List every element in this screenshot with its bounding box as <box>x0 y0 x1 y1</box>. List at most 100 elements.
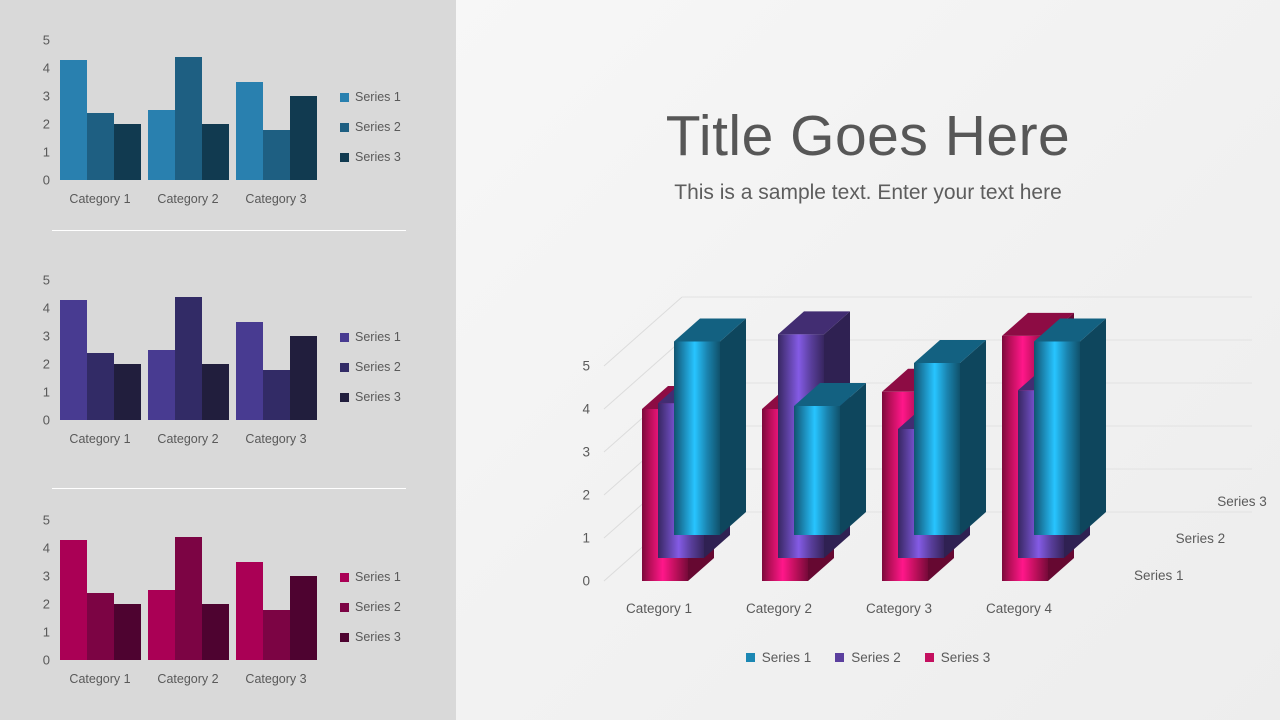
mini-chart-legend-item[interactable]: Series 1 <box>340 562 450 592</box>
mini-chart-bar <box>175 56 202 180</box>
mini-chart-y-axis: 5 4 3 2 1 0 <box>28 34 50 187</box>
mini-chart-bar <box>263 129 290 180</box>
chart-3d-legend: Series 1 Series 2 Series 3 <box>456 650 1280 665</box>
mini-chart-legend-item[interactable]: Series 3 <box>340 382 450 412</box>
mini-chart-bar <box>202 604 229 660</box>
chart-3d-category-label: Category 1 <box>625 601 693 616</box>
legend-swatch-icon <box>340 602 349 612</box>
chart-3d-y-tick: 3 <box>582 444 590 460</box>
chart-3d-legend-item[interactable]: Series 2 <box>835 650 901 665</box>
mini-chart-legend: Series 1 Series 2 Series 3 <box>340 82 450 172</box>
mini-chart-bar <box>114 604 141 660</box>
mini-chart-y-tick: 4 <box>42 540 50 556</box>
legend-swatch-icon <box>745 653 755 662</box>
mini-chart-legend-item[interactable]: Series 2 <box>340 112 450 142</box>
mini-chart-plot-area: Category 1 Category 2 Category 3 <box>60 520 317 686</box>
mini-chart-y-tick: 1 <box>42 384 50 400</box>
mini-chart-y-tick: 4 <box>42 60 50 76</box>
chart-3d-y-tick: 5 <box>582 358 590 374</box>
mini-chart-y-tick: 3 <box>42 328 50 344</box>
mini-charts-panel: 5 4 3 2 1 0 Category 1 Category 2 Category 3 Seri… <box>0 0 456 720</box>
legend-swatch-icon <box>340 122 349 132</box>
chart-3d-column <box>1034 318 1106 535</box>
mini-chart-legend-item[interactable]: Series 2 <box>340 592 450 622</box>
mini-chart-legend-item[interactable]: Series 2 <box>340 352 450 382</box>
mini-chart-bar <box>60 59 87 180</box>
legend-swatch-icon <box>924 653 934 662</box>
legend-swatch-icon <box>340 392 349 402</box>
mini-chart-category-label: Category 2 <box>157 192 219 206</box>
panel-divider <box>52 230 406 231</box>
mini-chart-bar <box>263 369 290 420</box>
chart-3d-column <box>674 318 746 535</box>
mini-chart-y-tick: 2 <box>42 596 50 612</box>
mini-chart-y-tick: 1 <box>42 144 50 160</box>
mini-chart-bar-group <box>60 280 141 420</box>
mini-chart-plot-area: Category 1 Category 2 Category 3 <box>60 40 317 206</box>
slide-content-panel: Title Goes Here This is a sample text. E… <box>456 0 1280 720</box>
mini-chart-legend-label: Series 1 <box>355 330 401 344</box>
mini-chart-bar <box>60 299 87 420</box>
mini-chart-bar <box>202 124 229 180</box>
mini-chart-legend-label: Series 1 <box>355 90 401 104</box>
mini-chart-legend-item[interactable]: Series 3 <box>340 142 450 172</box>
legend-swatch-icon <box>340 572 349 582</box>
mini-chart-legend-label: Series 2 <box>355 360 401 374</box>
legend-swatch-icon <box>340 362 349 372</box>
mini-chart-category-label: Category 3 <box>245 192 307 206</box>
mini-chart-bar <box>263 609 290 660</box>
mini-chart-bar-group <box>236 280 317 420</box>
mini-chart-y-axis: 5 4 3 2 1 0 <box>28 514 50 667</box>
mini-chart-y-tick: 1 <box>42 624 50 640</box>
mini-chart-bar-group <box>236 520 317 660</box>
mini-chart-legend: Series 1 Series 2 Series 3 <box>340 322 450 412</box>
mini-chart-bar-group <box>60 40 141 180</box>
legend-swatch-icon <box>340 332 349 342</box>
page-title: Title Goes Here <box>665 104 1071 168</box>
mini-chart-category-label: Category 2 <box>157 432 219 446</box>
mini-chart-bar <box>236 82 263 180</box>
mini-chart-bar-group <box>236 40 317 180</box>
chart-3d-category-label: Category 3 <box>865 601 933 616</box>
mini-chart-legend-label: Series 3 <box>355 390 401 404</box>
mini-chart-legend-item[interactable]: Series 1 <box>340 322 450 352</box>
mini-chart-bar <box>87 112 114 180</box>
chart-3d-depth-label: Series 3 <box>1217 494 1267 510</box>
chart-3d-legend-label: Series 3 <box>940 650 991 665</box>
mini-chart-y-tick: 2 <box>42 356 50 372</box>
chart-3d-y-tick: 4 <box>582 401 590 417</box>
legend-swatch-icon <box>835 653 845 662</box>
mini-chart-bar <box>87 352 114 420</box>
mini-chart-bar <box>290 96 317 180</box>
chart-3d-legend-item[interactable]: Series 3 <box>924 650 991 665</box>
mini-chart-bar-group <box>60 520 141 660</box>
chart-3d-legend-label: Series 1 <box>761 650 812 665</box>
mini-chart-bar-group <box>148 520 229 660</box>
mini-bar-chart-purple: 5 4 3 2 1 0 Category 1 Category 2 Category 3 Seri… <box>0 270 456 470</box>
mini-chart-legend: Series 1 Series 2 Series 3 <box>340 562 450 652</box>
mini-chart-legend-item[interactable]: Series 3 <box>340 622 450 652</box>
chart-3d-legend-item[interactable]: Series 1 <box>745 650 812 665</box>
mini-chart-bar-group <box>148 280 229 420</box>
mini-chart-category-label: Category 3 <box>245 432 307 446</box>
mini-chart-category-label: Category 1 <box>69 672 131 686</box>
chart-3d-y-tick: 0 <box>582 573 590 589</box>
legend-swatch-icon <box>340 632 349 642</box>
mini-chart-y-axis: 5 4 3 2 1 0 <box>28 274 50 427</box>
mini-chart-y-tick: 5 <box>42 272 50 288</box>
chart-3d-category-label: Category 2 <box>745 601 813 616</box>
mini-chart-y-tick: 0 <box>42 652 50 668</box>
chart-3d-legend-label: Series 2 <box>851 650 901 665</box>
mini-chart-y-tick: 5 <box>42 32 50 48</box>
mini-chart-category-label: Category 1 <box>69 192 131 206</box>
chart-3d-columns: 5 4 3 2 1 0 Category 1 Category 2 Category 3 Cate… <box>456 250 1280 670</box>
mini-chart-plot-area: Category 1 Category 2 Category 3 <box>60 280 317 446</box>
mini-chart-bar <box>175 296 202 420</box>
mini-chart-bar <box>114 124 141 180</box>
mini-chart-legend-label: Series 2 <box>355 120 401 134</box>
mini-chart-y-tick: 4 <box>42 300 50 316</box>
page-subtitle: This is a sample text. Enter your text h… <box>674 181 1062 204</box>
mini-chart-bar <box>148 350 175 420</box>
mini-chart-bar <box>60 539 87 660</box>
mini-chart-legend-item[interactable]: Series 1 <box>340 82 450 112</box>
